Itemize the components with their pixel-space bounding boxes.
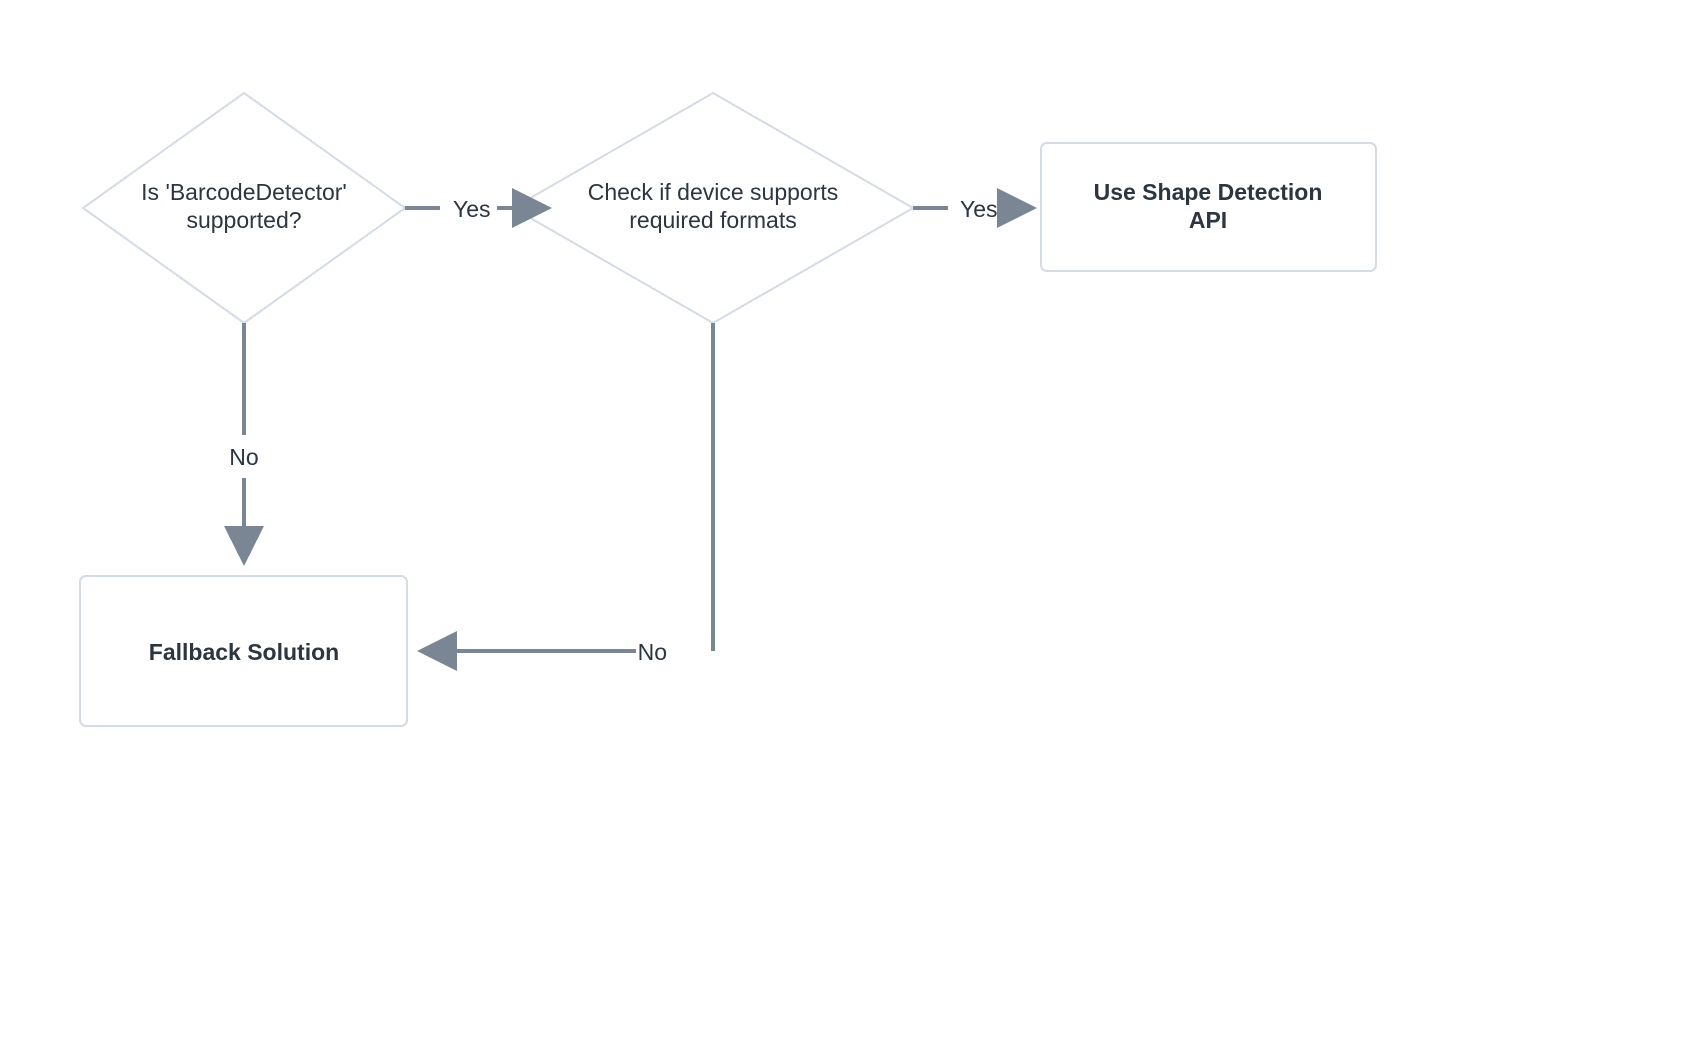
decision2-line1: Check if device supports [588, 179, 839, 205]
outcome-api-line2: API [1189, 207, 1227, 233]
flowchart-canvas: Is 'BarcodeDetector' supported? Check if… [0, 0, 1700, 1058]
edge-no2-label: No [638, 639, 667, 665]
decision1-line1: Is 'BarcodeDetector' [141, 179, 347, 205]
edge-no-1: No [229, 323, 258, 562]
edge-yes1-label: Yes [453, 196, 491, 222]
decision1-line2: supported? [186, 207, 301, 233]
decision2-line2: required formats [629, 207, 796, 233]
edge-no1-label: No [229, 444, 258, 470]
decision-device-formats: Check if device supports required format… [513, 93, 913, 323]
outcome-shape-detection-api: Use Shape Detection API [1041, 143, 1376, 271]
edge-yes2-label: Yes [960, 196, 998, 222]
outcome-fallback-line1: Fallback Solution [149, 639, 339, 665]
decision-barcode-detector: Is 'BarcodeDetector' supported? [83, 93, 405, 323]
edge-no-2: No [421, 323, 713, 665]
outcome-api-line1: Use Shape Detection [1094, 179, 1323, 205]
outcome-fallback-solution: Fallback Solution [80, 576, 407, 726]
edge-yes-2: Yes [913, 196, 1033, 222]
